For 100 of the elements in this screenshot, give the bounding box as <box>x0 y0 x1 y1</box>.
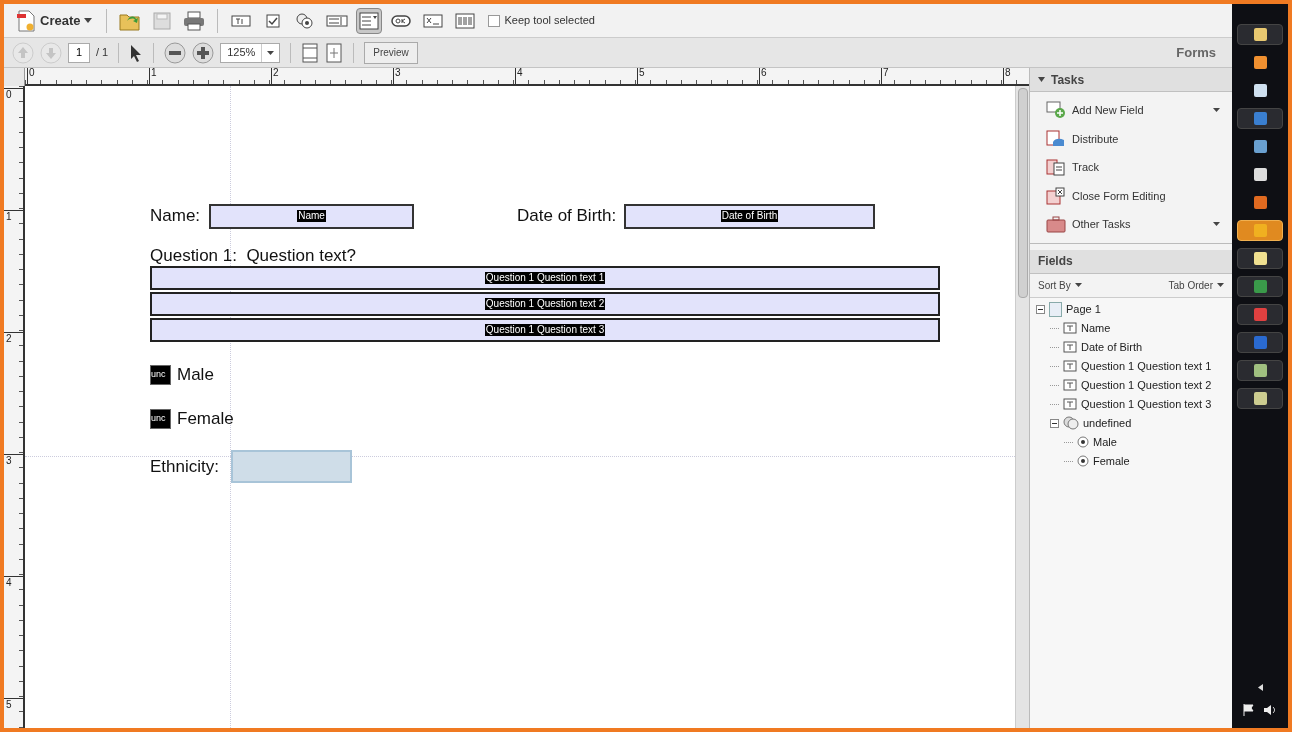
pointer-icon[interactable] <box>129 43 144 62</box>
tab-order-menu[interactable]: Tab Order <box>1168 277 1213 293</box>
fields-header: Fields <box>1030 249 1232 274</box>
task-item[interactable]: Track <box>1030 153 1232 182</box>
tree-item[interactable]: Name <box>1081 319 1111 337</box>
app-icon <box>1253 392 1267 405</box>
create-button[interactable]: Create <box>12 9 97 32</box>
radio-group-icon <box>1063 416 1079 430</box>
text-field-icon <box>1063 341 1077 353</box>
collapse-toggle[interactable] <box>1050 418 1059 428</box>
text-field-icon <box>1063 398 1077 410</box>
scrollbar-thumb[interactable] <box>1017 88 1028 298</box>
task-item[interactable]: Add New Field <box>1030 96 1232 125</box>
taskbar-button[interactable] <box>1237 360 1283 381</box>
collapse-toggle[interactable] <box>1036 304 1045 314</box>
signature-field-icon <box>423 13 444 28</box>
tree-item[interactable]: Date of Birth <box>1081 338 1143 356</box>
dropdown-icon <box>359 11 380 30</box>
taskbar-button[interactable] <box>1237 388 1283 409</box>
date-of-birth-field[interactable]: Date of Birth <box>624 203 875 229</box>
task-label: Distribute <box>1072 131 1120 147</box>
checkbox-icon <box>265 12 282 29</box>
tasks-header[interactable]: Tasks <box>1030 68 1232 92</box>
app-icon <box>1253 252 1267 265</box>
ethnicity-field[interactable] <box>231 450 352 483</box>
field-name-tag: Question 1 Question text 3 <box>484 324 606 336</box>
caret-icon <box>1217 283 1224 287</box>
field-name-tag: Question 1 Question text 2 <box>484 298 606 310</box>
field-name-tag: Name <box>297 210 326 222</box>
text-field-icon <box>1063 379 1077 391</box>
app-icon <box>1253 140 1267 153</box>
radio-label: Female <box>177 408 234 431</box>
page-count: / 1 <box>96 45 109 61</box>
zoom-dropdown[interactable]: 125% <box>220 42 281 63</box>
caret-icon <box>267 50 275 55</box>
text-field-icon <box>1063 360 1077 372</box>
task-item[interactable]: Close Form Editing <box>1030 181 1232 210</box>
zoom-in-icon[interactable] <box>192 41 215 64</box>
app-icon <box>1253 280 1267 293</box>
text-field-icon <box>231 12 252 29</box>
tree-item[interactable]: Question 1 Question text 2 <box>1081 376 1212 394</box>
list-box-icon <box>326 13 349 28</box>
radio-field[interactable]: unc <box>150 409 171 429</box>
flag-icon[interactable] <box>1243 704 1255 716</box>
toolbar-button[interactable] <box>356 7 383 34</box>
page-number-field[interactable]: 1 <box>68 42 90 63</box>
printer-icon <box>183 10 206 31</box>
tree-item[interactable]: Page 1 <box>1066 300 1101 318</box>
ethnicity-label: Ethnicity: <box>150 455 220 478</box>
field-name-tag: Question 1 Question text 1 <box>484 272 606 284</box>
app-icon <box>1253 364 1267 377</box>
name-field[interactable]: Name <box>209 203 414 229</box>
caret-icon[interactable] <box>1257 684 1263 691</box>
speaker-icon[interactable] <box>1263 704 1277 716</box>
close-form-icon <box>1046 186 1066 205</box>
field-name-tag: Date of Birth <box>720 210 779 222</box>
preview-button[interactable]: Preview <box>364 41 418 64</box>
taskbar-button[interactable] <box>1237 24 1283 45</box>
track-icon <box>1046 158 1066 177</box>
task-label: Other Tasks <box>1072 217 1132 232</box>
app-icon <box>1253 224 1267 237</box>
radio-icon <box>1077 436 1089 448</box>
radio-field[interactable]: unc <box>150 365 171 385</box>
app-icon <box>1253 84 1267 97</box>
taskbar-button[interactable] <box>1237 248 1283 269</box>
task-item[interactable]: Other Tasks <box>1030 210 1232 239</box>
name-label: Name: <box>150 205 202 228</box>
radio-label: Male <box>177 364 214 387</box>
caret-icon <box>1213 108 1220 113</box>
tree-item[interactable]: undefined <box>1083 414 1132 432</box>
fit-page-icon[interactable] <box>301 42 320 63</box>
radio-buttons-icon <box>295 11 316 30</box>
app-icon <box>1253 112 1267 125</box>
task-label: Add New Field <box>1072 103 1145 118</box>
caret-icon <box>1074 283 1082 287</box>
mode-title: Forms <box>1176 43 1216 62</box>
tree-item[interactable]: Male <box>1093 433 1117 451</box>
zoom-out-icon[interactable] <box>164 41 187 64</box>
app-icon <box>1253 28 1267 41</box>
page-icon <box>1049 301 1062 317</box>
answer-field[interactable]: Question 1 Question text 2 <box>150 292 940 316</box>
answer-field[interactable]: Question 1 Question text 1 <box>150 266 940 290</box>
add-field-icon <box>1046 101 1066 120</box>
date-of-birth-label: Date of Birth: <box>517 205 618 228</box>
sort-by-menu[interactable]: Sort By <box>1038 277 1071 293</box>
question-text: Question 1: Question text? <box>150 246 357 266</box>
text-field-icon <box>1063 322 1077 334</box>
keep-tool-checkbox[interactable] <box>488 14 501 27</box>
vertical-scrollbar[interactable] <box>1015 86 1029 728</box>
app-icon <box>1253 308 1267 321</box>
distribute-icon <box>1046 129 1066 148</box>
tree-item[interactable]: Question 1 Question text 1 <box>1081 357 1212 375</box>
app-icon <box>1253 168 1267 181</box>
task-label: Track <box>1072 160 1101 175</box>
answer-field[interactable]: Question 1 Question text 3 <box>150 318 940 342</box>
fit-width-icon[interactable] <box>325 42 344 63</box>
task-item[interactable]: Distribute <box>1030 124 1232 153</box>
tree-item[interactable]: Female <box>1093 452 1130 470</box>
ok-button-icon <box>391 13 412 28</box>
tree-item[interactable]: Question 1 Question text 3 <box>1081 395 1212 413</box>
